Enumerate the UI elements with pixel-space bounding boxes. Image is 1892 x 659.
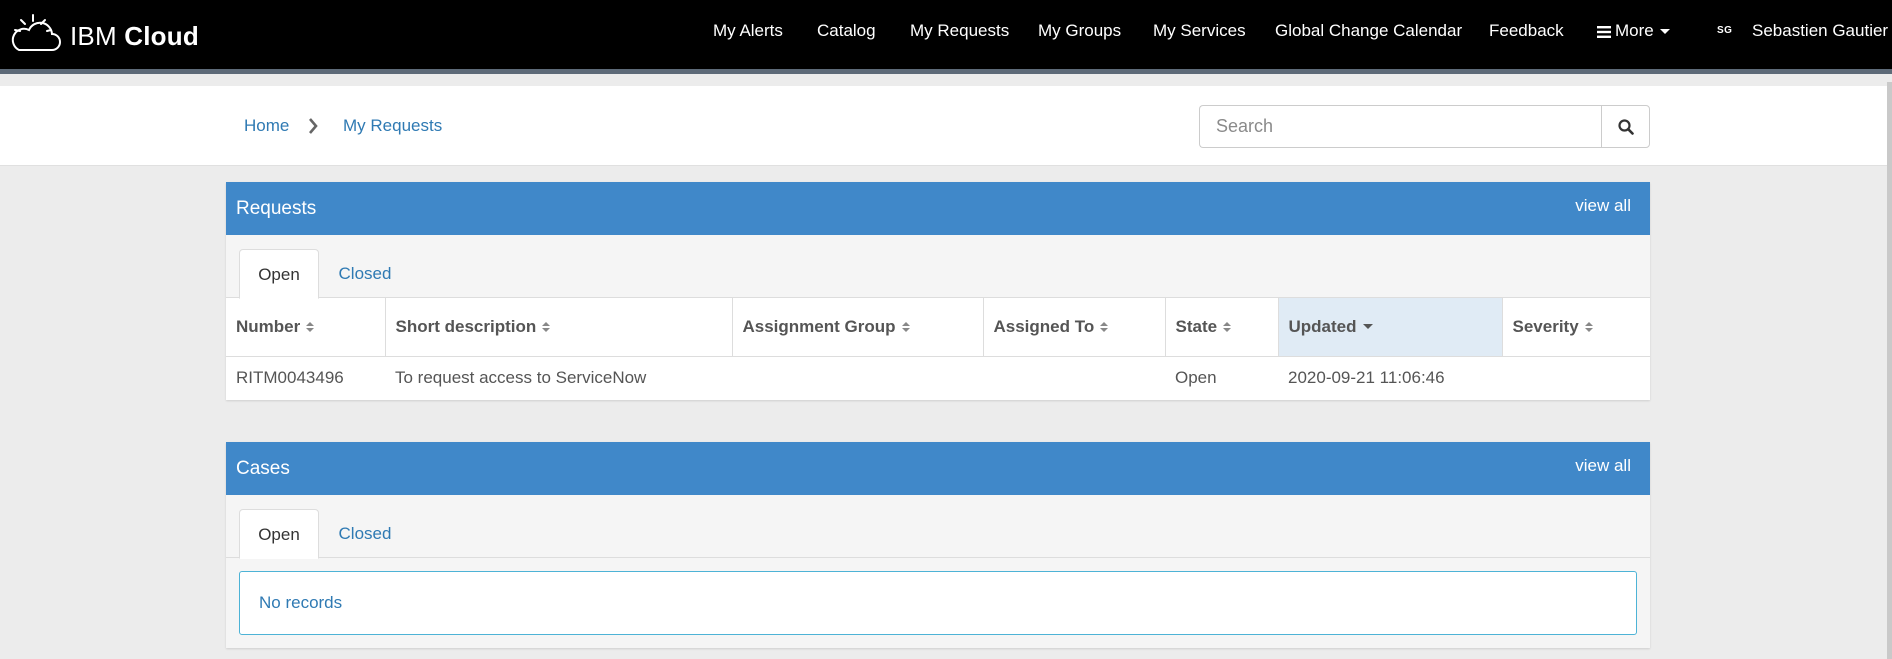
nav-catalog[interactable]: Catalog xyxy=(817,21,876,41)
requests-tab-closed[interactable]: Closed xyxy=(338,249,392,299)
nav-my-groups[interactable]: My Groups xyxy=(1038,21,1121,41)
sort-icon xyxy=(542,322,551,333)
requests-title: Requests xyxy=(236,198,317,219)
requests-tab-open[interactable]: Open xyxy=(239,249,319,299)
no-records-message: No records xyxy=(239,571,1637,635)
ibm-cloud-logo[interactable]: IBM Cloud xyxy=(10,12,199,56)
nav-my-services[interactable]: My Services xyxy=(1153,21,1246,41)
nav-more-dropdown[interactable]: More xyxy=(1597,21,1670,41)
column-header-updated[interactable]: Updated xyxy=(1277,298,1502,357)
cell-assigned-to xyxy=(983,356,1165,400)
cases-title: Cases xyxy=(236,458,290,479)
cell-state: Open xyxy=(1175,368,1217,388)
nav-my-requests[interactable]: My Requests xyxy=(910,21,1009,41)
logo-wordmark: IBM Cloud xyxy=(70,20,199,51)
page-scrollbar[interactable] xyxy=(1887,82,1892,659)
cell-short-description: To request access to ServiceNow xyxy=(395,368,647,388)
cases-tab-open[interactable]: Open xyxy=(239,509,319,559)
sort-icon xyxy=(306,322,315,333)
caret-down-icon xyxy=(1659,29,1670,35)
cell-assignment-group xyxy=(732,356,983,400)
search-icon xyxy=(1617,118,1634,135)
cell-number: RITM0043496 xyxy=(236,368,344,388)
cases-tabs: Open Closed xyxy=(226,495,1650,559)
cases-panel-header: Cases view all xyxy=(226,442,1650,495)
search-button[interactable] xyxy=(1601,105,1650,148)
cell-severity xyxy=(1502,356,1650,400)
breadcrumb-my-requests[interactable]: My Requests xyxy=(343,116,442,136)
cases-view-all-link[interactable]: view all xyxy=(1575,456,1631,476)
nav-my-alerts[interactable]: My Alerts xyxy=(713,21,783,41)
search-input[interactable] xyxy=(1199,105,1601,148)
sort-icon xyxy=(1100,322,1109,333)
requests-panel-header: Requests view all xyxy=(226,182,1650,235)
cell-updated: 2020-09-21 11:06:46 xyxy=(1288,368,1445,388)
user-avatar-initials[interactable]: SG xyxy=(1717,25,1732,36)
nav-feedback[interactable]: Feedback xyxy=(1489,21,1564,41)
chevron-right-icon xyxy=(309,118,318,134)
user-name[interactable]: Sebastien Gautier xyxy=(1752,21,1888,41)
navbar-divider xyxy=(0,69,1892,74)
breadcrumb-bar: Home My Requests xyxy=(0,86,1887,166)
top-navbar: IBM Cloud My Alerts Catalog My Requests … xyxy=(0,0,1892,69)
breadcrumb-home[interactable]: Home xyxy=(244,116,289,136)
column-header-assigned-to[interactable]: Assigned To xyxy=(982,298,1165,357)
requests-table: Number Short description Assignment Grou… xyxy=(226,298,1650,400)
cloud-logo-icon xyxy=(11,14,61,51)
requests-view-all-link[interactable]: view all xyxy=(1575,196,1631,216)
requests-panel: Requests view all Open Closed Number Sho… xyxy=(226,182,1650,400)
more-label: More xyxy=(1615,21,1654,40)
column-header-severity[interactable]: Severity xyxy=(1501,298,1650,357)
requests-table-header: Number Short description Assignment Grou… xyxy=(226,298,1650,357)
sort-icon xyxy=(1584,322,1593,333)
cases-panel: Cases view all Open Closed No records xyxy=(226,442,1650,648)
table-row[interactable]: RITM0043496 To request access to Service… xyxy=(226,356,1650,400)
sort-icon xyxy=(1223,322,1232,333)
nav-global-change-calendar[interactable]: Global Change Calendar xyxy=(1275,21,1462,41)
column-header-short-description[interactable]: Short description xyxy=(384,298,732,357)
column-header-number[interactable]: Number xyxy=(226,298,385,357)
sort-icon xyxy=(901,322,910,333)
column-header-assignment-group[interactable]: Assignment Group xyxy=(731,298,983,357)
sort-descending-icon xyxy=(1362,324,1373,330)
requests-tabs: Open Closed xyxy=(226,235,1650,299)
hamburger-icon xyxy=(1597,25,1611,38)
cases-tab-closed[interactable]: Closed xyxy=(338,509,392,559)
column-header-state[interactable]: State xyxy=(1164,298,1278,357)
